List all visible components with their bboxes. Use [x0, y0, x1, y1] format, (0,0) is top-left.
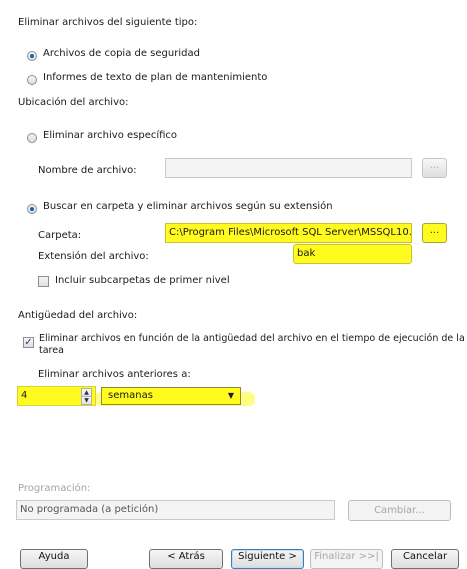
time-unit-value: semanas [108, 390, 153, 401]
include-subfolders-label[interactable]: Incluir subcarpetas de primer nivel [55, 274, 230, 288]
delete-by-age-checkbox[interactable]: ✓ [23, 337, 34, 348]
specific-file-radio[interactable] [27, 133, 37, 143]
maintenance-reports-label[interactable]: Informes de texto de plan de mantenimien… [43, 71, 267, 85]
search-folder-radio[interactable] [27, 204, 37, 214]
back-button[interactable]: < Atrás [149, 549, 223, 569]
file-name-input[interactable] [165, 158, 412, 178]
extension-label: Extensión del archivo: [38, 251, 149, 262]
schedule-label: Programación: [18, 483, 91, 494]
include-subfolders-checkbox[interactable] [38, 276, 49, 287]
backup-files-radio[interactable] [27, 51, 37, 61]
older-than-label: Eliminar archivos anteriores a: [38, 369, 191, 380]
cancel-button[interactable]: Cancelar [391, 549, 459, 569]
help-button[interactable]: Ayuda [20, 549, 88, 569]
file-type-section-label: Eliminar archivos del siguiente tipo: [18, 17, 198, 28]
folder-input[interactable]: C:\Program Files\Microsoft SQL Server\MS… [165, 223, 412, 243]
specific-file-label[interactable]: Eliminar archivo específico [43, 129, 177, 143]
file-name-browse-button[interactable]: ... [422, 158, 447, 178]
folder-label: Carpeta: [38, 230, 82, 241]
chevron-down-icon: ▼ [227, 391, 234, 400]
delete-by-age-label-line1[interactable]: Eliminar archivos en función de la antig… [39, 332, 465, 346]
schedule-input: No programada (a petición) [16, 500, 335, 520]
delete-by-age-label-line2[interactable]: tarea [39, 344, 64, 358]
age-section-label: Antigüedad del archivo: [18, 310, 138, 321]
finish-button[interactable]: Finalizar >>| [310, 549, 383, 569]
next-button[interactable]: Siguiente > [231, 549, 304, 569]
file-name-label: Nombre de archivo: [38, 165, 137, 176]
amount-value: 4 [21, 390, 28, 401]
folder-browse-button[interactable]: ... [422, 223, 447, 243]
maintenance-reports-radio[interactable] [27, 75, 37, 85]
change-schedule-button[interactable]: Cambiar... [348, 500, 451, 521]
search-folder-label[interactable]: Buscar en carpeta y eliminar archivos se… [43, 200, 333, 214]
backup-files-label[interactable]: Archivos de copia de seguridad [43, 47, 200, 61]
extension-input[interactable]: bak [293, 244, 412, 264]
location-section-label: Ubicación del archivo: [18, 97, 129, 108]
spinner-down-icon[interactable]: ▼ [81, 396, 92, 405]
time-unit-dropdown[interactable]: semanas ▼ [101, 387, 241, 405]
